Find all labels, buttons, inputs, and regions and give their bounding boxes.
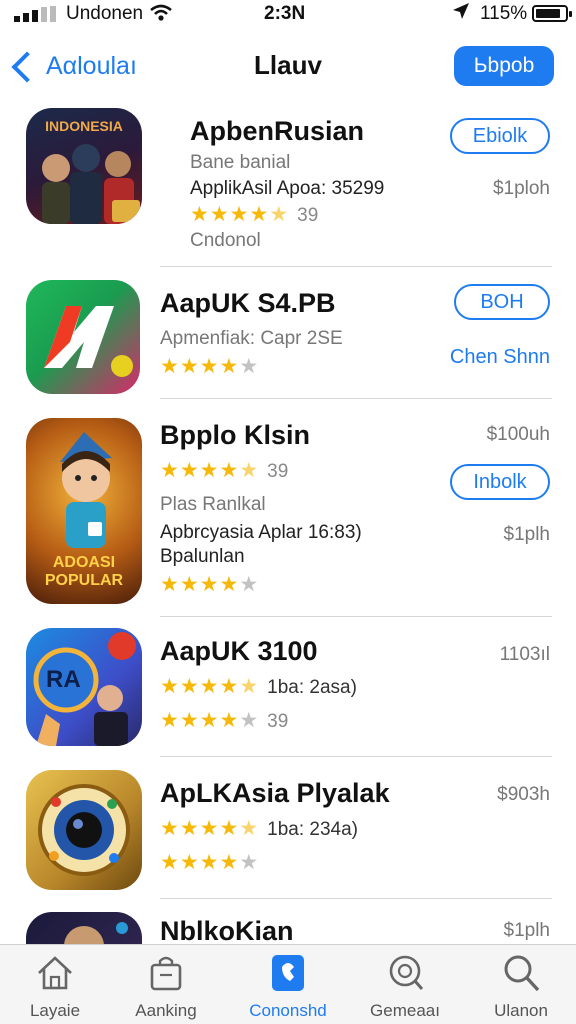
status-bar: Undonen 2:3Ν 115% — [0, 0, 576, 30]
indonesia-game-icon[interactable]: INDONESIA — [26, 108, 142, 224]
star-rating: ★★★★★ 39 — [190, 203, 319, 226]
secondary-star-rating: ★★★★★ 39 — [160, 709, 289, 732]
battery-percent: 115% — [480, 3, 528, 24]
secondary-star-rating: ★★★★★ — [160, 573, 260, 596]
price-label: $1plh — [503, 920, 551, 941]
star-rating: ★★★★★ 1ba: 2asa) — [160, 675, 357, 698]
app-extra: Cndonol — [190, 230, 261, 251]
tab-games[interactable]: Gemeaaı — [350, 953, 460, 1023]
get-button[interactable]: Ebiolk — [450, 118, 550, 154]
get-button[interactable]: Inbolk — [450, 464, 550, 500]
tab-bar: Layaie Aanking Cononshd Gemeaaı Ulanon — [0, 944, 576, 1024]
list-item[interactable]: ApLKAsia Plyalak ★★★★★ 1ba: 234a) ★★★★★ $… — [0, 770, 576, 894]
tab-label: Aanking — [135, 1001, 197, 1020]
home-icon — [38, 956, 72, 990]
camera-lens-icon[interactable] — [26, 770, 142, 890]
rating-text: 1ba: 2asa) — [267, 677, 357, 698]
price-label: $903h — [497, 784, 550, 805]
rating-count: 39 — [267, 711, 289, 732]
signal-icon — [14, 6, 56, 22]
search-icon — [504, 955, 540, 992]
list-item[interactable]: AapUK S4.PB Apmenfiak: Capr 2SE ★★★★★ BO… — [0, 280, 576, 398]
tab-active[interactable]: Cononshd — [233, 953, 343, 1023]
tab-search[interactable]: Ulanon — [466, 953, 576, 1023]
divider — [160, 756, 552, 757]
location-arrow-icon — [453, 3, 469, 19]
divider — [160, 898, 552, 899]
search-circle-icon — [389, 955, 424, 990]
price-label: $1ploh — [492, 178, 550, 199]
carrier-label: Undonen — [66, 3, 144, 24]
divider — [160, 398, 552, 399]
app-name[interactable]: NblkoKian — [160, 916, 294, 944]
app-subtitle: Apmenfiak: Capr 2SE — [160, 328, 343, 349]
secondary-star-rating: ★★★★★ — [160, 851, 260, 874]
app-subtitle: Bane banial — [190, 152, 291, 173]
tab-label: Cononshd — [249, 1001, 327, 1020]
list-item[interactable]: RA AapUK 3100 ★★★★★ 1ba: 2asa) ★★★★★ 39 11… — [0, 628, 576, 750]
wifi-icon — [150, 4, 172, 21]
divider — [160, 266, 552, 267]
price-label: $100uh — [486, 424, 550, 445]
tab-label: Ulanon — [494, 1001, 548, 1020]
price-label: $1plh — [503, 524, 551, 545]
icon-banner-text: INDONESIA — [45, 118, 123, 134]
partial-app-icon[interactable] — [26, 912, 142, 944]
get-button[interactable]: BOH — [454, 284, 550, 320]
tab-ranking[interactable]: Aanking — [111, 953, 221, 1023]
ra-quiz-icon[interactable]: RA — [26, 628, 142, 746]
app-name[interactable]: AapUK 3100 — [160, 636, 318, 667]
app-name[interactable]: AapUK S4.PB — [160, 288, 336, 319]
app-name[interactable]: ApLKAsia Plyalak — [160, 778, 390, 809]
star-rating: ★★★★★ — [160, 355, 260, 378]
app-meta-secondary: Bpalunlan — [160, 546, 245, 567]
tab-home[interactable]: Layaie — [0, 953, 110, 1023]
app-subtitle: Plas Ranlkal — [160, 494, 266, 515]
icon-banner-text: RA — [46, 666, 81, 693]
phone-icon — [272, 955, 304, 991]
app-name[interactable]: Bpplo Klsin — [160, 420, 310, 451]
app-name[interactable]: ΑpbenRusian — [190, 116, 364, 147]
tab-label: Layaie — [29, 1001, 81, 1020]
star-rating: ★★★★★ 39 — [160, 459, 289, 482]
icon-banner-text: ADOASI POPULAR — [44, 554, 124, 589]
app-meta: Apbrcyasia Aplar 16:83) — [160, 522, 362, 543]
battery-icon — [532, 5, 572, 22]
star-rating: ★★★★★ 1ba: 234a) — [160, 817, 358, 840]
list-item[interactable]: NblkoKian $1plh — [0, 912, 576, 944]
nav-action-button[interactable]: Ьbpob — [454, 46, 554, 86]
list-item[interactable]: ADOASI POPULAR Bpplo Klsin ★★★★★ 39 Plas … — [0, 418, 576, 614]
rating-text: 1ba: 234a) — [267, 819, 358, 840]
rating-count: 39 — [267, 461, 289, 482]
navigation-bar: Aαloulaı Llauv Ьbpob — [0, 38, 576, 94]
app-meta: ApplikAsil Apoa: 35299 — [190, 178, 385, 199]
bag-icon — [150, 956, 182, 991]
tab-label: Gemeaaı — [370, 1001, 440, 1020]
red-n-logo-icon[interactable] — [26, 280, 140, 394]
adventure-character-icon[interactable]: ADOASI POPULAR — [26, 418, 142, 604]
divider — [160, 616, 552, 617]
clock: 2:3Ν — [264, 3, 306, 24]
list-item[interactable]: INDONESIA ΑpbenRusian Bane banial Applik… — [0, 108, 576, 268]
open-link[interactable]: Chen Shnn — [450, 346, 550, 369]
price-label: 1103ıl — [499, 644, 550, 665]
rating-count: 39 — [297, 205, 319, 226]
